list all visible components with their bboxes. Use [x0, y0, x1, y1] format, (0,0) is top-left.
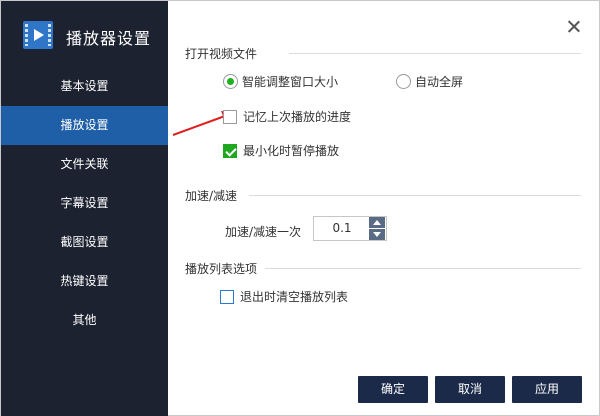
checkbox-checked-icon [223, 143, 237, 158]
radio-auto-fullscreen-label: 自动全屏 [415, 75, 464, 89]
sidebar: 播放器设置 基本设置 播放设置 文件关联 字幕设置 截图设置 热键设置 其他 [1, 1, 168, 416]
speed-step-stepper[interactable]: 0.1 [313, 216, 387, 241]
sidebar-item-screenshot[interactable]: 截图设置 [1, 223, 168, 262]
radio-checked-icon [223, 74, 238, 89]
video-player-icon [23, 21, 53, 49]
speed-step-value[interactable]: 0.1 [314, 217, 370, 240]
stepper-down-icon[interactable] [369, 229, 385, 240]
stepper-up-icon[interactable] [369, 217, 385, 228]
checkbox-unchecked-icon [220, 289, 234, 304]
sidebar-item-playback[interactable]: 播放设置 [1, 106, 168, 145]
section-title-open-video: 打开视频文件 [185, 47, 258, 61]
radio-smart-resize[interactable]: 智能调整窗口大小 [223, 73, 338, 90]
app-title: 播放器设置 [66, 29, 152, 48]
sidebar-item-subtitle[interactable]: 字幕设置 [1, 184, 168, 223]
section-divider [265, 268, 581, 269]
section-title-speed: 加速/减速 [185, 189, 238, 203]
sidebar-item-file-association[interactable]: 文件关联 [1, 145, 168, 184]
app-header: 播放器设置 [1, 1, 168, 67]
section-divider [289, 53, 581, 54]
sidebar-item-basic[interactable]: 基本设置 [1, 67, 168, 106]
checkbox-clear-playlist-label: 退出时清空播放列表 [240, 290, 349, 304]
cancel-button[interactable]: 取消 [435, 376, 505, 403]
radio-unchecked-icon [396, 74, 411, 89]
sidebar-item-hotkeys[interactable]: 热键设置 [1, 262, 168, 301]
radio-smart-resize-label: 智能调整窗口大小 [242, 75, 339, 89]
checkbox-remember-progress[interactable]: 记忆上次播放的进度 [223, 108, 351, 125]
checkbox-clear-playlist[interactable]: 退出时清空播放列表 [220, 288, 348, 305]
apply-button[interactable]: 应用 [512, 376, 582, 403]
checkbox-remember-progress-label: 记忆上次播放的进度 [243, 110, 352, 124]
checkbox-unchecked-icon [223, 109, 237, 124]
sidebar-item-other[interactable]: 其他 [1, 301, 168, 340]
settings-window: 播放器设置 基本设置 播放设置 文件关联 字幕设置 截图设置 热键设置 其他 打… [0, 0, 600, 416]
checkbox-minimize-pause[interactable]: 最小化时暂停播放 [223, 142, 339, 159]
speed-step-label: 加速/减速一次 [225, 225, 302, 239]
ok-button[interactable]: 确定 [358, 376, 428, 403]
section-title-playlist: 播放列表选项 [185, 262, 258, 276]
close-icon[interactable] [564, 17, 584, 37]
section-divider [249, 195, 581, 196]
sidebar-nav: 基本设置 播放设置 文件关联 字幕设置 截图设置 热键设置 其他 [1, 67, 168, 340]
radio-auto-fullscreen[interactable]: 自动全屏 [396, 73, 463, 90]
checkbox-minimize-pause-label: 最小化时暂停播放 [243, 144, 340, 158]
